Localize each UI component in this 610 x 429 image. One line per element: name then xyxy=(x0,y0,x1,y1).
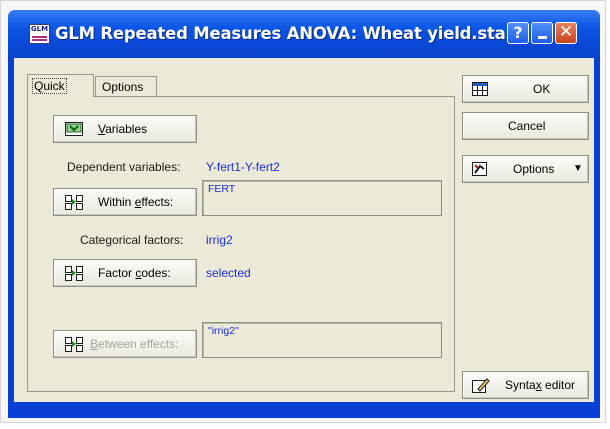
between-effects-icon xyxy=(65,337,83,352)
factor-codes-label-a: Factor xyxy=(98,266,136,280)
close-button[interactable]: ✕ xyxy=(555,22,577,44)
variables-button[interactable]: Variables xyxy=(53,115,197,143)
factor-codes-label-b: odes: xyxy=(141,266,171,280)
tab-quick[interactable]: Quick xyxy=(27,74,94,97)
minimize-button[interactable] xyxy=(531,22,553,44)
between-effects-accel: B xyxy=(90,337,99,351)
within-effects-button[interactable]: Within effects: xyxy=(53,188,197,216)
app-icon-text: GLM xyxy=(30,25,49,33)
factor-codes-value: selected xyxy=(206,266,251,280)
syntax-editor-icon xyxy=(472,378,490,393)
within-effects-label-b: ffects: xyxy=(141,195,174,209)
between-effects-button[interactable]: Between effects: xyxy=(53,330,197,358)
factor-codes-button[interactable]: Factor codes: xyxy=(53,259,197,287)
between-effects-value: "irrig2" xyxy=(208,325,239,337)
syntax-editor-label-b: editor xyxy=(541,378,576,392)
categorical-factors-value: irrig2 xyxy=(206,233,233,247)
tab-quick-label: Quick xyxy=(32,78,67,94)
factor-codes-icon xyxy=(65,266,83,281)
within-effects-value: FERT xyxy=(208,183,236,195)
variables-label: ariables xyxy=(105,122,148,136)
cancel-button[interactable]: Cancel xyxy=(462,112,589,140)
tab-options-label: Options xyxy=(102,80,144,94)
within-effects-label-a: Within xyxy=(98,195,135,209)
between-effects-label: etween effects: xyxy=(98,337,179,351)
dependent-variables-value: Y-fert1-Y-fert2 xyxy=(206,160,280,174)
syntax-editor-button[interactable]: Syntax editor xyxy=(462,371,589,399)
between-effects-field[interactable]: "irrig2" xyxy=(202,322,442,358)
app-icon[interactable]: GLM xyxy=(29,24,50,44)
window-title: GLM Repeated Measures ANOVA: Wheat yield… xyxy=(55,24,506,43)
options-icon xyxy=(472,162,487,176)
dependent-variables-label: Dependent variables: xyxy=(67,160,181,174)
chevron-down-icon: ▼ xyxy=(573,163,583,174)
categorical-factors-label: Categorical factors: xyxy=(80,233,184,247)
within-effects-field[interactable]: FERT xyxy=(202,180,442,216)
options-menu-button[interactable]: Options ▼ xyxy=(462,155,589,183)
ok-button[interactable]: OK xyxy=(462,75,589,103)
spreadsheet-icon xyxy=(472,82,488,96)
help-button[interactable]: ? xyxy=(507,22,529,44)
tab-options[interactable]: Options xyxy=(95,76,157,97)
within-effects-icon xyxy=(65,195,83,210)
syntax-editor-label-a: Synta xyxy=(505,378,536,392)
variables-icon xyxy=(65,122,83,136)
options-label: Options xyxy=(513,162,555,176)
ok-label: OK xyxy=(533,82,551,96)
cancel-label: Cancel xyxy=(508,119,546,133)
